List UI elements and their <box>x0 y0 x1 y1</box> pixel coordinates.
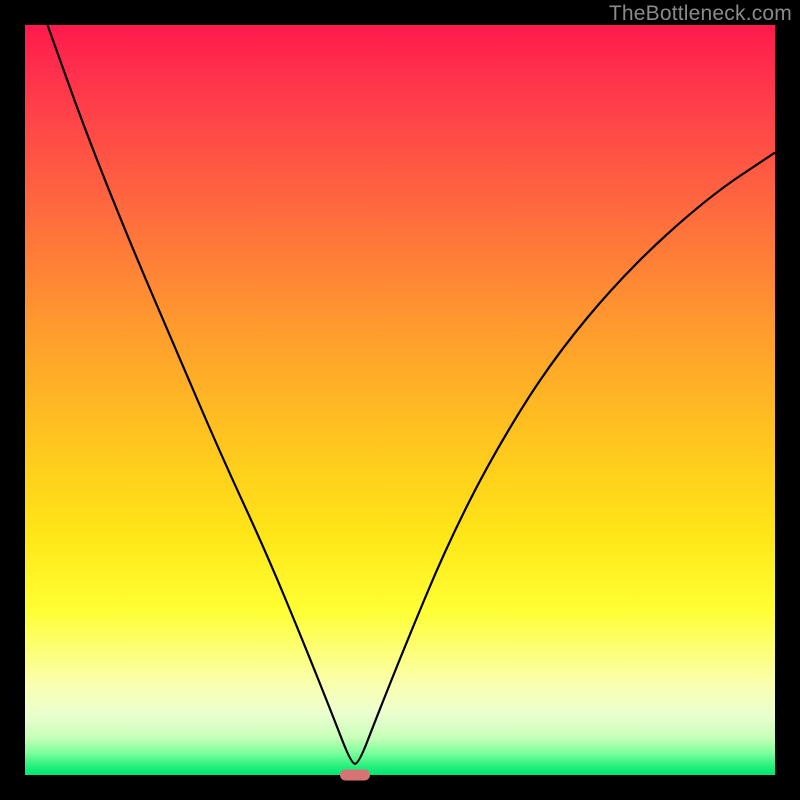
chart-frame: TheBottleneck.com <box>0 0 800 800</box>
bottleneck-curve <box>25 25 775 775</box>
plot-area <box>25 25 775 775</box>
optimum-marker <box>340 770 370 781</box>
watermark-text: TheBottleneck.com <box>609 2 792 26</box>
